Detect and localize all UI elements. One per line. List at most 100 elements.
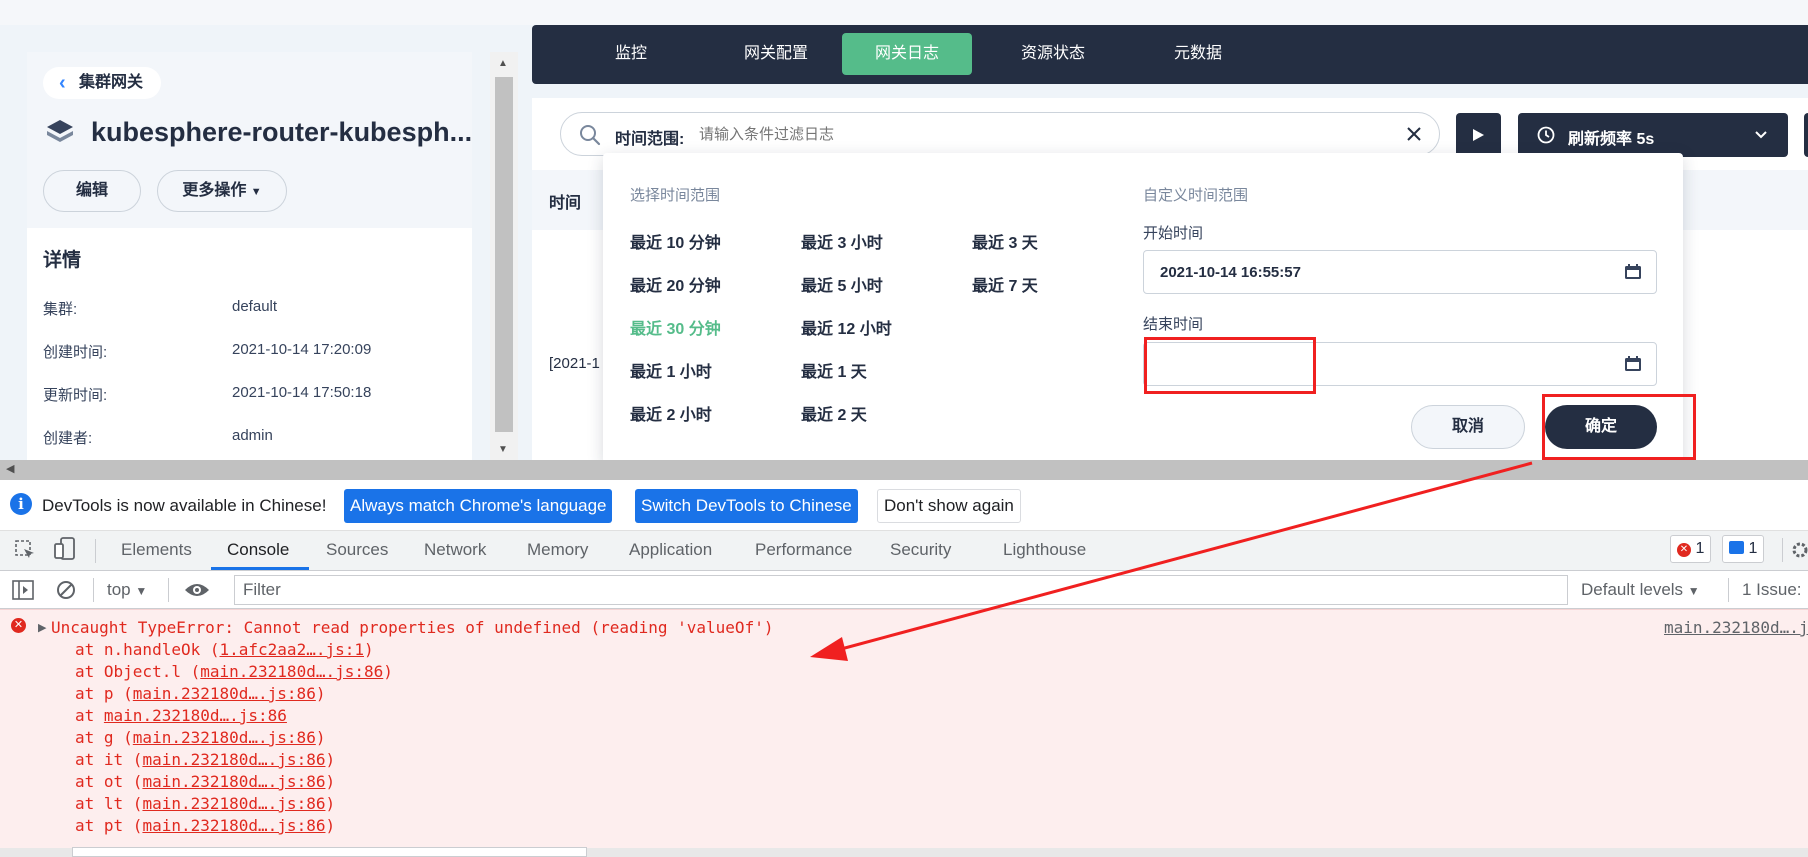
back-to-cluster-gateway-button[interactable]: ‹ 集群网关 xyxy=(43,67,162,99)
tab-memory[interactable]: Memory xyxy=(527,540,588,560)
inspect-element-icon[interactable] xyxy=(14,539,36,561)
clear-icon[interactable] xyxy=(1407,127,1421,141)
active-tab-indicator xyxy=(211,567,309,570)
bottom-panel-tab xyxy=(72,847,587,857)
calendar-icon[interactable] xyxy=(1624,264,1642,280)
clear-console-icon[interactable] xyxy=(56,580,76,600)
tab-elements[interactable]: Elements xyxy=(121,540,192,560)
tab-gateway-config[interactable]: 网关配置 xyxy=(710,33,842,75)
tab-metadata[interactable]: 元数据 xyxy=(1132,33,1264,75)
quick-range-12h[interactable]: 最近 12 小时 xyxy=(801,315,892,339)
live-expression-eye-icon[interactable] xyxy=(184,582,210,598)
quick-range-10m[interactable]: 最近 10 分钟 xyxy=(630,229,721,253)
refresh-interval-select[interactable]: 刷新频率 5s xyxy=(1518,113,1788,157)
tab-security[interactable]: Security xyxy=(890,540,951,560)
quick-range-7d[interactable]: 最近 7 天 xyxy=(972,272,1038,296)
quick-range-3h[interactable]: 最近 3 小时 xyxy=(801,229,883,253)
details-title: 详情 xyxy=(43,250,82,271)
issues-counter[interactable]: 1 Issue: xyxy=(1742,580,1802,600)
stack-frame-link[interactable]: main.232180d….js:86 xyxy=(142,750,325,769)
quick-range-30m[interactable]: 最近 30 分钟 xyxy=(630,315,721,339)
toolbar-divider xyxy=(95,539,96,563)
stack-frame-link[interactable]: main.232180d….js:86 xyxy=(142,794,325,813)
tab-network[interactable]: Network xyxy=(424,540,486,560)
execution-context-select[interactable]: top ▼ xyxy=(107,580,147,600)
calendar-icon[interactable] xyxy=(1624,356,1642,372)
stack-frame-link[interactable]: main.232180d….js:86 xyxy=(133,728,316,747)
detail-value-updated: 2021-10-14 17:50:18 xyxy=(232,384,372,401)
tab-application[interactable]: Application xyxy=(629,540,712,560)
scroll-left-icon[interactable]: ◀ xyxy=(6,462,14,475)
stack-frame: at lt (main.232180d….js:86) xyxy=(75,794,336,813)
quick-range-1h[interactable]: 最近 1 小时 xyxy=(630,358,712,382)
error-icon: ✕ xyxy=(1677,543,1691,557)
stack-frame: at Object.l (main.232180d….js:86) xyxy=(75,662,393,681)
start-time-input[interactable]: 2021-10-14 16:55:57 xyxy=(1143,250,1657,294)
error-message: Uncaught TypeError: Cannot read properti… xyxy=(51,618,774,637)
tab-monitoring[interactable]: 监控 xyxy=(565,33,697,75)
infobar-message: DevTools is now available in Chinese! xyxy=(42,496,327,515)
cancel-button[interactable]: 取消 xyxy=(1411,405,1525,449)
stack-frame-link[interactable]: main.232180d….js:86 xyxy=(200,662,383,681)
chevron-down-icon xyxy=(1755,131,1767,139)
scroll-down-icon[interactable]: ▼ xyxy=(498,444,508,455)
panel-scrollbar-thumb[interactable] xyxy=(495,77,513,432)
play-button[interactable] xyxy=(1456,113,1501,157)
execution-context-label: top xyxy=(107,580,131,599)
quick-range-2h[interactable]: 最近 2 小时 xyxy=(630,401,712,425)
back-label: 集群网关 xyxy=(79,74,144,91)
edit-button[interactable]: 编辑 xyxy=(43,170,141,212)
always-match-language-button[interactable]: Always match Chrome's language xyxy=(344,489,613,523)
gateway-icon xyxy=(47,120,73,142)
quick-range-2d[interactable]: 最近 2 天 xyxy=(801,401,867,425)
tab-lighthouse[interactable]: Lighthouse xyxy=(1003,540,1086,560)
quick-range-3d[interactable]: 最近 3 天 xyxy=(972,229,1038,253)
log-levels-select[interactable]: Default levels ▼ xyxy=(1581,580,1700,600)
stack-frame: at p (main.232180d….js:86) xyxy=(75,684,326,703)
console-filter-input[interactable]: Filter xyxy=(234,575,1568,605)
tab-sources[interactable]: Sources xyxy=(326,540,388,560)
stack-frame-link[interactable]: main.232180d….js:86 xyxy=(133,684,316,703)
error-source-link[interactable]: main.232180d….j xyxy=(1664,618,1808,637)
top-strip xyxy=(0,0,1808,25)
dont-show-again-button[interactable]: Don't show again xyxy=(877,489,1021,523)
log-search-input[interactable] xyxy=(699,122,1379,146)
stack-frame: at n.handleOk (1.afc2aa2….js:1) xyxy=(75,640,374,659)
error-count-badge[interactable]: ✕ 1 xyxy=(1670,535,1712,563)
more-actions-label: 更多操作 xyxy=(182,182,247,199)
error-circle-icon: ✕ xyxy=(11,618,26,633)
expand-triangle-icon[interactable]: ▶ xyxy=(38,621,46,634)
stack-frame-link[interactable]: main.232180d….js:86 xyxy=(104,706,287,725)
page-horizontal-scrollbar[interactable] xyxy=(0,460,1808,480)
device-toolbar-icon[interactable] xyxy=(54,537,76,561)
tab-gateway-logs[interactable]: 网关日志 xyxy=(842,33,972,75)
stack-frame-link[interactable]: main.232180d….js:86 xyxy=(142,772,325,791)
more-actions-button[interactable]: 更多操作 ▼ xyxy=(157,170,287,212)
sidebar-toggle-icon[interactable] xyxy=(12,580,34,600)
settings-gear-icon[interactable] xyxy=(1790,540,1808,560)
kubesphere-app: ‹ 集群网关 kubesphere-router-kubesph... 编辑 更… xyxy=(0,0,1808,460)
toolbar-edge-button[interactable] xyxy=(1804,113,1808,157)
start-time-label: 开始时间 xyxy=(1143,225,1204,242)
log-search-bar[interactable]: 时间范围: xyxy=(560,112,1440,156)
search-icon xyxy=(580,125,601,146)
toolbar-divider xyxy=(1728,578,1729,602)
annotation-box-confirm xyxy=(1542,394,1696,460)
quick-range-5h[interactable]: 最近 5 小时 xyxy=(801,272,883,296)
stack-frame-link[interactable]: 1.afc2aa2….js:1 xyxy=(220,640,365,659)
message-count: 1 xyxy=(1748,540,1758,557)
message-count-badge[interactable]: 1 xyxy=(1722,535,1765,563)
tab-performance[interactable]: Performance xyxy=(755,540,852,560)
quick-range-1d[interactable]: 最近 1 天 xyxy=(801,358,867,382)
toolbar-divider xyxy=(93,578,94,602)
tab-console[interactable]: Console xyxy=(227,540,289,560)
caret-down-icon: ▼ xyxy=(250,186,262,198)
switch-to-chinese-button[interactable]: Switch DevTools to Chinese xyxy=(635,489,858,523)
quick-range-20m[interactable]: 最近 20 分钟 xyxy=(630,272,721,296)
time-range-dropdown: 选择时间范围 最近 10 分钟 最近 20 分钟 最近 30 分钟 最近 1 小… xyxy=(603,153,1683,460)
history-icon xyxy=(1537,126,1555,144)
stack-frame-link[interactable]: main.232180d….js:86 xyxy=(142,816,325,835)
tab-resource-status[interactable]: 资源状态 xyxy=(987,33,1119,75)
log-levels-label: Default levels xyxy=(1581,580,1684,599)
scroll-up-icon[interactable]: ▲ xyxy=(498,58,508,69)
